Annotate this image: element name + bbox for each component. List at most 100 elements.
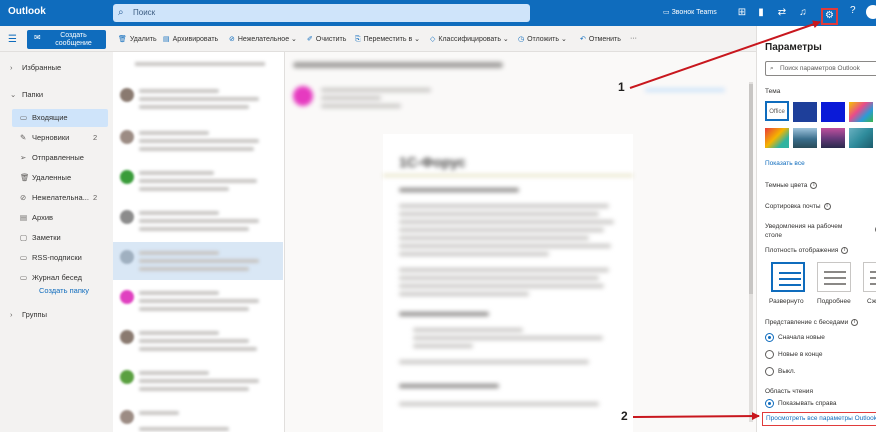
sort-mail-text: Сортировка почты xyxy=(765,203,821,211)
bell-icon[interactable]: ♫ xyxy=(794,4,812,22)
folder-label: Нежелательна... xyxy=(32,193,89,202)
snooze-label: Отложить xyxy=(527,36,560,43)
list-item[interactable] xyxy=(113,202,283,240)
message-subject xyxy=(293,62,503,68)
list-tabs[interactable] xyxy=(135,62,265,66)
sweep-button[interactable]: ✐ Очистить xyxy=(307,35,346,43)
density-label: Плотность отображения i xyxy=(765,247,849,255)
list-item[interactable] xyxy=(113,402,283,432)
list-item[interactable] xyxy=(113,80,283,118)
theme-swatch[interactable] xyxy=(793,102,817,122)
groups-label: Группы xyxy=(22,310,47,319)
conv-option-newest-top[interactable]: Сначала новые xyxy=(765,333,825,342)
block-icon: ⊘ xyxy=(20,193,27,202)
density-option-cozy[interactable] xyxy=(817,262,851,292)
info-icon[interactable]: i xyxy=(823,203,831,210)
info-icon[interactable]: i xyxy=(810,182,818,189)
new-message-button[interactable]: ✉ Создать сообщение xyxy=(27,30,106,49)
clock-icon: ◷ xyxy=(518,36,525,43)
folder-icon: ▭ xyxy=(20,273,28,282)
show-all-themes-link[interactable]: Показать все xyxy=(765,160,805,167)
feedback-icon[interactable]: ⇄ xyxy=(773,4,791,22)
snooze-button[interactable]: ◷ Отложить ⌄ xyxy=(518,35,567,43)
favorites-header[interactable]: › Избранные xyxy=(10,63,61,72)
pencil-icon: ✎ xyxy=(20,133,27,142)
gear-icon[interactable]: ⚙ xyxy=(821,8,838,25)
folder-pane: › Избранные ⌄ Папки ▭ Входящие ✎ Черновики 2… xyxy=(0,52,113,432)
density-text: Плотность отображения xyxy=(765,247,839,255)
view-all-settings-link[interactable]: Просмотреть все параметры Outlook xyxy=(762,412,876,426)
more-button[interactable]: ··· xyxy=(630,35,637,42)
annotation-label-1: 1 xyxy=(618,80,625,94)
categorize-button[interactable]: ◇ Классифицировать ⌄ xyxy=(430,35,509,43)
theme-swatch[interactable] xyxy=(849,128,873,148)
theme-swatch[interactable] xyxy=(849,102,873,122)
teams-icon: ▭ xyxy=(663,9,672,16)
word-icon[interactable]: ▮ xyxy=(752,4,770,22)
delete-button[interactable]: 🗑 Удалить xyxy=(118,35,157,43)
apps-icon[interactable]: ⊞ xyxy=(733,4,751,22)
folder-drafts[interactable]: ✎ Черновики xyxy=(20,133,69,142)
folder-sent[interactable]: ➢ Отправленные xyxy=(20,153,84,162)
archive-button[interactable]: ▤ Архивировать xyxy=(163,35,218,43)
scrollbar-thumb[interactable] xyxy=(749,84,753,294)
list-item[interactable] xyxy=(113,362,283,400)
folder-inbox[interactable]: ▭ Входящие xyxy=(20,113,68,122)
theme-swatch[interactable] xyxy=(793,128,817,148)
message-list[interactable] xyxy=(113,52,285,432)
folder-archive[interactable]: ▤ Архив xyxy=(20,213,53,222)
theme-office[interactable]: Office xyxy=(765,101,789,121)
folder-junk[interactable]: ⊘ Нежелательна... xyxy=(20,193,89,202)
conv-option-off[interactable]: Выкл. xyxy=(765,367,796,376)
folder-notes[interactable]: ▢ Заметки xyxy=(20,233,61,242)
conversations-label: Представление с беседами i xyxy=(765,319,859,326)
reading-pane-scrollbar[interactable] xyxy=(749,82,753,422)
list-item-selected[interactable] xyxy=(113,242,283,280)
app-brand[interactable]: Outlook xyxy=(8,6,46,17)
hamburger-icon[interactable]: ☰ xyxy=(8,34,17,45)
settings-title: Параметры xyxy=(765,42,822,53)
search-icon: ⌕ xyxy=(118,7,124,18)
density-label-cozy: Подробнее xyxy=(817,298,851,305)
settings-search-input[interactable]: ⌕ Поиск параметров Outlook xyxy=(765,61,876,76)
move-to-button[interactable]: ⎘ Переместить в ⌄ xyxy=(355,35,420,44)
list-item[interactable] xyxy=(113,122,283,160)
folder-deleted[interactable]: 🗑 Удаленные xyxy=(20,173,71,182)
sender-avatar xyxy=(293,86,313,106)
density-label-roomy: Развернуто xyxy=(769,298,804,305)
theme-swatch[interactable] xyxy=(821,128,845,148)
density-option-roomy[interactable] xyxy=(771,262,805,292)
density-option-compact[interactable] xyxy=(863,262,876,292)
help-icon[interactable]: ? xyxy=(850,5,856,16)
tag-icon: ◇ xyxy=(430,36,436,43)
list-item[interactable] xyxy=(113,322,283,360)
folder-rss[interactable]: ▭ RSS-подписки xyxy=(20,253,82,262)
move-to-label: Переместить в xyxy=(363,36,413,43)
junk-count: 2 xyxy=(93,193,98,202)
junk-button[interactable]: ⊘ Нежелательное ⌄ xyxy=(229,35,297,43)
conv-option-newest-bottom[interactable]: Новые в конце xyxy=(765,350,823,359)
theme-swatch[interactable] xyxy=(821,102,845,122)
categorize-label: Классифицировать xyxy=(438,36,501,43)
radio-label: Сначала новые xyxy=(778,334,825,342)
reading-pane: 1С-Форус xyxy=(285,52,756,432)
search-icon: ⌕ xyxy=(770,65,774,72)
teams-call-button[interactable]: ▭ Звонок Teams xyxy=(663,8,717,16)
info-icon[interactable]: i xyxy=(841,247,849,254)
list-item[interactable] xyxy=(113,282,283,320)
undo-button[interactable]: ↶ Отменить xyxy=(580,35,621,43)
theme-office-label: Office xyxy=(769,109,785,115)
theme-swatch[interactable] xyxy=(765,128,789,148)
search-box[interactable]: ⌕ Поиск xyxy=(113,4,530,22)
groups-header[interactable]: › Группы xyxy=(10,310,47,319)
folders-header[interactable]: ⌄ Папки xyxy=(10,90,43,99)
avatar[interactable] xyxy=(866,5,876,19)
block-icon: ⊘ xyxy=(229,36,235,43)
folder-conversation-history[interactable]: ▭ Журнал бесед xyxy=(20,273,82,282)
reading-pane-option-right[interactable]: Показывать справа xyxy=(765,399,836,408)
note-icon: ▢ xyxy=(20,233,28,242)
info-icon[interactable]: i xyxy=(851,319,859,326)
list-item[interactable] xyxy=(113,162,283,200)
junk-label: Нежелательное xyxy=(237,36,290,43)
create-folder-link[interactable]: Создать папку xyxy=(39,286,89,295)
